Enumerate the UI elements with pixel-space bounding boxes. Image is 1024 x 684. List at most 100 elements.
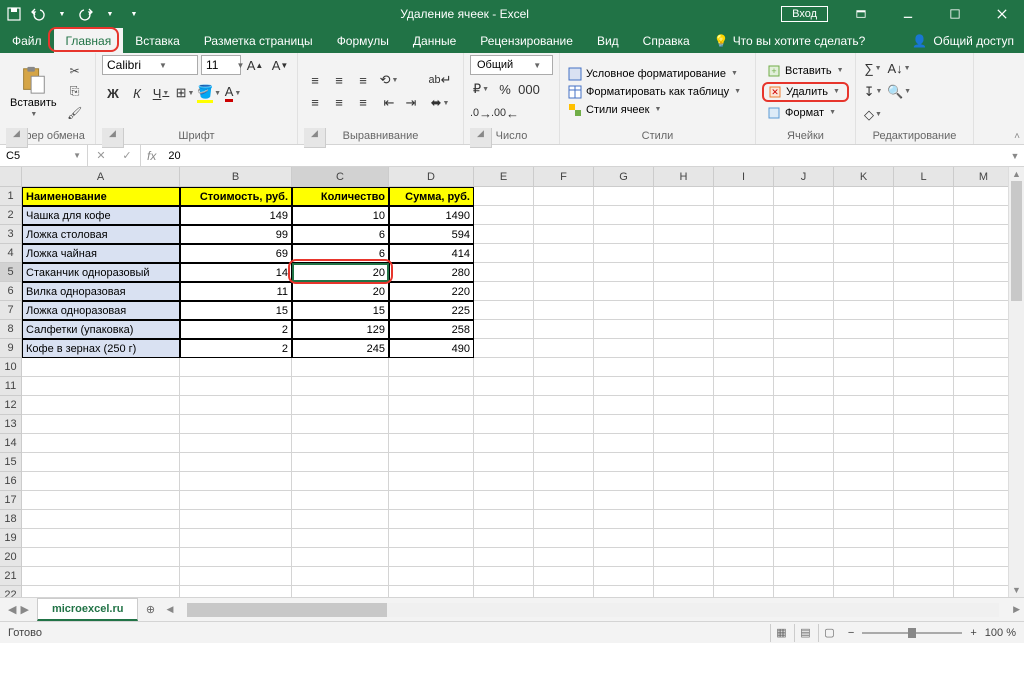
cell[interactable]	[474, 206, 534, 225]
cell[interactable]	[292, 548, 389, 567]
cell[interactable]	[834, 339, 894, 358]
col-header-L[interactable]: L	[894, 167, 954, 187]
cell[interactable]	[894, 472, 954, 491]
cell[interactable]	[534, 415, 594, 434]
delete-cells-button[interactable]: ✕Удалить▼	[762, 82, 849, 102]
cell[interactable]	[654, 472, 714, 491]
find-icon[interactable]: 🔍▼	[888, 82, 910, 102]
cell[interactable]	[594, 396, 654, 415]
number-format-select[interactable]: Общий▼	[470, 55, 553, 75]
cell[interactable]	[774, 586, 834, 597]
cell[interactable]	[292, 434, 389, 453]
formula-input[interactable]: 20	[162, 145, 1006, 166]
cell[interactable]	[954, 187, 1014, 206]
cell[interactable]	[389, 510, 474, 529]
cell[interactable]	[474, 377, 534, 396]
cell[interactable]	[594, 358, 654, 377]
select-all-corner[interactable]	[0, 167, 22, 187]
cell[interactable]	[594, 320, 654, 339]
insert-cells-button[interactable]: +Вставить▼	[762, 62, 849, 80]
cell[interactable]	[22, 453, 180, 472]
currency-icon[interactable]: ₽▼	[470, 79, 492, 99]
menu-insert[interactable]: Вставка	[123, 28, 192, 53]
cell[interactable]: 15	[292, 301, 389, 320]
zoom-in-icon[interactable]: +	[970, 627, 976, 639]
cell[interactable]	[180, 529, 292, 548]
dialog-launcher-icon[interactable]: ◢	[304, 128, 326, 148]
cell[interactable]	[834, 396, 894, 415]
cell[interactable]	[474, 187, 534, 206]
cell[interactable]	[180, 453, 292, 472]
cell[interactable]	[389, 377, 474, 396]
copy-icon[interactable]: ⎘	[65, 83, 85, 101]
fx-icon[interactable]: fx	[141, 145, 162, 166]
redo-icon[interactable]	[78, 6, 94, 22]
increase-decimal-icon[interactable]: .0→	[470, 103, 492, 123]
zoom-slider[interactable]	[862, 632, 962, 634]
cell[interactable]	[654, 187, 714, 206]
cell[interactable]	[834, 358, 894, 377]
cell[interactable]	[534, 586, 594, 597]
cell[interactable]	[954, 377, 1014, 396]
cell[interactable]	[534, 282, 594, 301]
fill-icon[interactable]: ↧▼	[862, 82, 884, 102]
paste-button[interactable]: Вставить ▼	[6, 63, 61, 120]
row-header-4[interactable]: 4	[0, 244, 22, 263]
cell[interactable]	[474, 225, 534, 244]
cell[interactable]	[22, 510, 180, 529]
cell[interactable]: 220	[389, 282, 474, 301]
row-header-15[interactable]: 15	[0, 453, 22, 472]
cell[interactable]	[654, 548, 714, 567]
cell[interactable]	[774, 396, 834, 415]
cell-styles-button[interactable]: Стили ячеек▼	[566, 102, 743, 118]
cell[interactable]	[22, 529, 180, 548]
cell[interactable]	[474, 358, 534, 377]
cell[interactable]	[534, 453, 594, 472]
dialog-launcher-icon[interactable]: ◢	[470, 128, 492, 148]
row-header-11[interactable]: 11	[0, 377, 22, 396]
conditional-format-button[interactable]: Условное форматирование▼	[566, 66, 743, 82]
col-header-M[interactable]: M	[954, 167, 1014, 187]
cell[interactable]	[534, 244, 594, 263]
menu-home[interactable]: Главная	[54, 28, 124, 53]
cell[interactable]	[714, 510, 774, 529]
cell[interactable]	[654, 206, 714, 225]
cell[interactable]	[474, 282, 534, 301]
bold-button[interactable]: Ж	[102, 83, 124, 103]
font-name-select[interactable]: Calibri▼	[102, 55, 198, 75]
cell[interactable]	[594, 510, 654, 529]
align-left-icon[interactable]: ≡	[304, 93, 326, 113]
row-header-8[interactable]: 8	[0, 320, 22, 339]
cell[interactable]	[654, 358, 714, 377]
row-header-17[interactable]: 17	[0, 491, 22, 510]
cell[interactable]	[292, 529, 389, 548]
cell[interactable]	[292, 358, 389, 377]
cell[interactable]: 15	[180, 301, 292, 320]
cell[interactable]	[954, 529, 1014, 548]
cell[interactable]	[834, 225, 894, 244]
cell[interactable]	[894, 377, 954, 396]
cell[interactable]	[534, 567, 594, 586]
cell[interactable]: 6	[292, 225, 389, 244]
decrease-indent-icon[interactable]: ⇤	[378, 93, 400, 113]
cell[interactable]	[474, 320, 534, 339]
cell[interactable]	[714, 377, 774, 396]
cell[interactable]	[534, 339, 594, 358]
cell[interactable]	[389, 434, 474, 453]
cell[interactable]	[292, 453, 389, 472]
collapse-ribbon-icon[interactable]: ˄	[1014, 131, 1020, 142]
cell[interactable]	[594, 472, 654, 491]
cell[interactable]	[474, 263, 534, 282]
scroll-left-icon[interactable]: ◀	[166, 604, 173, 615]
cell[interactable]	[292, 586, 389, 597]
scroll-right-icon[interactable]: ▶	[1013, 604, 1020, 615]
cell[interactable]	[714, 434, 774, 453]
cell[interactable]	[654, 225, 714, 244]
cell[interactable]	[774, 415, 834, 434]
cell[interactable]	[774, 434, 834, 453]
cell[interactable]: Количество	[292, 187, 389, 206]
cell[interactable]	[954, 339, 1014, 358]
cell[interactable]	[594, 453, 654, 472]
cell[interactable]	[834, 510, 894, 529]
cell[interactable]	[654, 396, 714, 415]
